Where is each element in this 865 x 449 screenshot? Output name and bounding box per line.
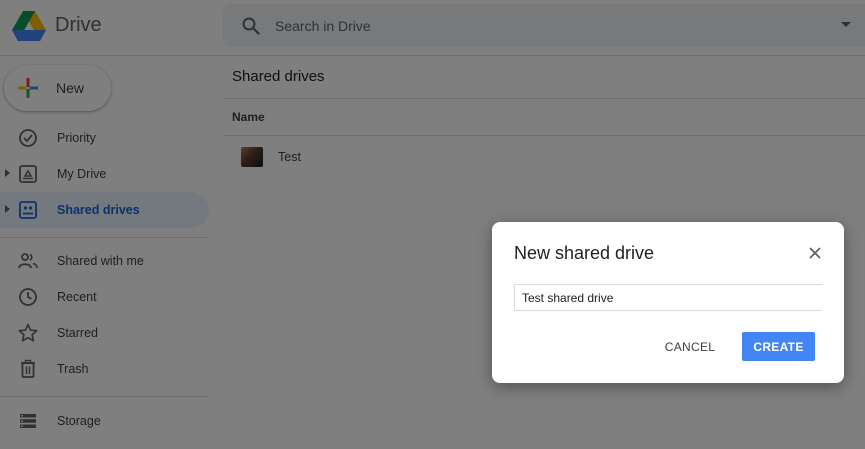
cancel-button[interactable]: CANCEL	[656, 332, 724, 361]
shared-drive-name-input[interactable]	[514, 284, 822, 311]
dialog-title: New shared drive	[514, 243, 655, 263]
new-shared-drive-dialog: New shared drive CANCEL CREATE	[492, 222, 844, 383]
close-icon[interactable]	[808, 246, 822, 260]
create-button[interactable]: CREATE	[742, 332, 815, 361]
